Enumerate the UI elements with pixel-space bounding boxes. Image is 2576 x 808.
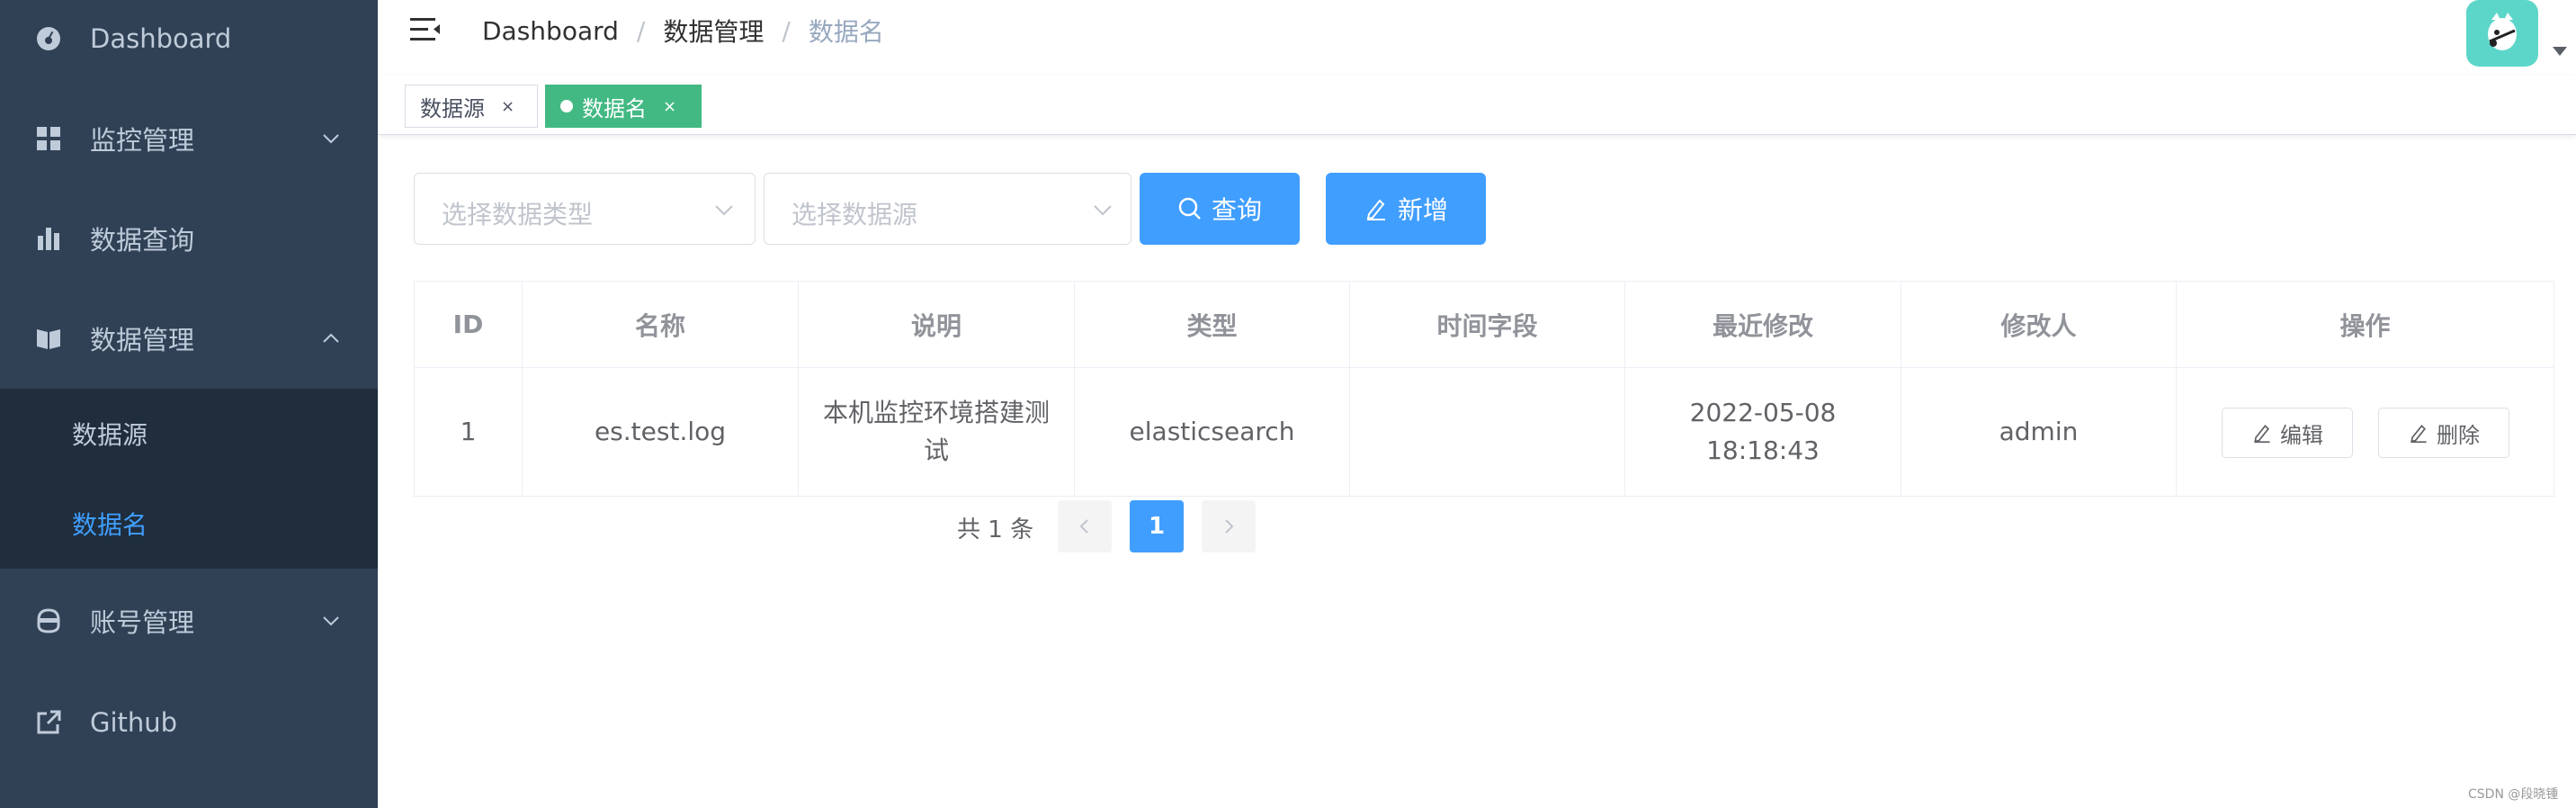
sidebar: Dashboard 监控管理 数据查询 数据管理 数据源 数据名 账号管理 Gi… bbox=[0, 0, 378, 808]
close-icon[interactable]: × bbox=[663, 97, 676, 116]
sidebar-item-data-name[interactable]: 数据名 bbox=[0, 479, 378, 569]
table-header-name: 名称 bbox=[523, 282, 799, 368]
breadcrumb-item-data-name: 数据名 bbox=[808, 17, 884, 47]
close-icon[interactable]: × bbox=[501, 97, 514, 116]
book-icon bbox=[34, 324, 63, 353]
table-header-type: 类型 bbox=[1075, 282, 1350, 368]
pagination-prev-button[interactable] bbox=[1058, 500, 1112, 552]
breadcrumb: Dashboard / 数据管理 / 数据名 bbox=[482, 13, 884, 49]
data-type-select[interactable]: 选择数据类型 bbox=[414, 173, 756, 245]
tag-data-name[interactable]: 数据名 × bbox=[545, 85, 702, 128]
tag-data-source[interactable]: 数据源 × bbox=[405, 85, 538, 128]
sidebar-item-data-source[interactable]: 数据源 bbox=[0, 389, 378, 479]
chevron-down-icon bbox=[1094, 205, 1112, 216]
chevron-down-icon bbox=[323, 616, 339, 626]
user-icon bbox=[34, 606, 63, 635]
sidebar-item-data-query[interactable]: 数据查询 bbox=[0, 189, 378, 288]
table-cell-type: elasticsearch bbox=[1075, 368, 1350, 496]
pagination-next-button[interactable] bbox=[1202, 500, 1256, 552]
table-header-actions: 操作 bbox=[2177, 282, 2554, 368]
table-header-modified: 最近修改 bbox=[1625, 282, 1901, 368]
sidebar-item-github[interactable]: Github bbox=[0, 673, 378, 772]
chevron-up-icon bbox=[323, 333, 339, 343]
table-cell-modified: 2022-05-08 18:18:43 bbox=[1625, 368, 1901, 496]
sidebar-item-dashboard[interactable]: Dashboard bbox=[0, 0, 378, 88]
sidebar-item-account[interactable]: 账号管理 bbox=[0, 571, 378, 670]
dashboard-icon bbox=[34, 24, 63, 53]
active-dot-icon bbox=[560, 100, 573, 112]
table-cell-id: 1 bbox=[415, 368, 523, 496]
delete-button[interactable]: 删除 bbox=[2378, 408, 2509, 458]
add-button[interactable]: 新增 bbox=[1326, 173, 1486, 245]
chevron-down-icon bbox=[715, 205, 733, 216]
table-cell-time-field bbox=[1350, 368, 1625, 496]
sidebar-item-data-management[interactable]: 数据管理 bbox=[0, 289, 378, 388]
breadcrumb-separator: / bbox=[636, 15, 646, 46]
chevron-right-icon bbox=[1225, 519, 1234, 534]
table-header-desc: 说明 bbox=[799, 282, 1075, 368]
breadcrumb-item-dashboard[interactable]: Dashboard bbox=[482, 16, 619, 46]
grid-icon bbox=[34, 124, 63, 153]
edit-icon bbox=[2411, 425, 2427, 444]
bar-chart-icon bbox=[34, 224, 63, 253]
query-button[interactable]: 查询 bbox=[1140, 173, 1300, 245]
external-link-icon bbox=[34, 708, 63, 737]
chevron-down-icon bbox=[323, 134, 339, 144]
pagination-total: 共 1 条 bbox=[957, 516, 1034, 543]
data-source-select[interactable]: 选择数据源 bbox=[764, 173, 1131, 245]
sidebar-item-monitor[interactable]: 监控管理 bbox=[0, 89, 378, 188]
avatar-image bbox=[2488, 13, 2517, 50]
watermark: CSDN @段晓锺 bbox=[2468, 787, 2559, 802]
table-header-time-field: 时间字段 bbox=[1350, 282, 1625, 368]
table-header-id: ID bbox=[415, 282, 523, 368]
tags-view: 数据源 × 数据名 × bbox=[378, 76, 2576, 135]
navbar: Dashboard / 数据管理 / 数据名 bbox=[378, 0, 2576, 76]
edit-icon bbox=[1366, 199, 1385, 220]
edit-icon bbox=[2254, 425, 2270, 444]
table-cell-name: es.test.log bbox=[523, 368, 799, 496]
search-icon bbox=[1178, 197, 1201, 220]
submenu-data-management: 数据源 数据名 bbox=[0, 389, 378, 569]
hamburger-icon[interactable] bbox=[410, 16, 441, 43]
avatar[interactable] bbox=[2466, 0, 2538, 67]
breadcrumb-item-data-management: 数据管理 bbox=[663, 17, 765, 47]
breadcrumb-separator: / bbox=[782, 15, 791, 46]
data-table: ID 名称 说明 类型 时间字段 最近修改 修改人 操作 1 es.test.l… bbox=[414, 281, 2554, 497]
edit-button[interactable]: 编辑 bbox=[2222, 408, 2353, 458]
table-cell-desc: 本机监控环境搭建测试 bbox=[799, 368, 1075, 496]
pagination-page-1[interactable]: 1 bbox=[1130, 500, 1184, 552]
table-cell-modifier: admin bbox=[1901, 368, 2177, 496]
caret-down-icon[interactable] bbox=[2553, 47, 2567, 56]
table-header-modifier: 修改人 bbox=[1901, 282, 2177, 368]
chevron-left-icon bbox=[1079, 519, 1088, 534]
